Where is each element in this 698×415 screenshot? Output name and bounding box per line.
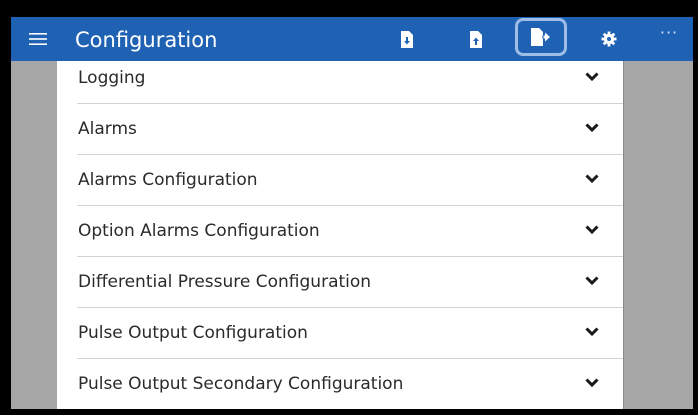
- chevron-down-icon[interactable]: [585, 71, 599, 83]
- page-title: Configuration: [75, 28, 218, 52]
- file-export-icon: [531, 28, 550, 46]
- section-label: Pulse Output Secondary Configuration: [78, 374, 404, 394]
- section-logging[interactable]: Logging: [77, 61, 623, 104]
- section-alarms-configuration[interactable]: Alarms Configuration: [77, 155, 623, 206]
- hamburger-menu-button[interactable]: [11, 17, 65, 61]
- chevron-down-icon[interactable]: [585, 377, 599, 389]
- chevron-down-icon[interactable]: [585, 224, 599, 236]
- configuration-list-panel[interactable]: Logging Alarms Alarms Configuration Opti…: [57, 61, 624, 409]
- file-upload-icon: [470, 30, 482, 48]
- file-download-icon: [401, 30, 413, 48]
- top-app-bar: Configuration ···: [11, 17, 693, 61]
- section-label: Option Alarms Configuration: [78, 221, 320, 241]
- section-option-alarms-configuration[interactable]: Option Alarms Configuration: [77, 206, 623, 257]
- hamburger-menu-icon: [29, 33, 47, 45]
- settings-button[interactable]: [587, 17, 631, 61]
- gear-icon: [601, 31, 617, 47]
- app-window: Configuration ··· Logging Alarms Alarms …: [11, 17, 693, 409]
- section-alarms[interactable]: Alarms: [77, 104, 623, 155]
- section-label: Pulse Output Configuration: [78, 323, 308, 343]
- more-options-button[interactable]: ···: [647, 17, 691, 61]
- section-label: Alarms Configuration: [78, 170, 258, 190]
- download-file-button[interactable]: [385, 17, 429, 61]
- section-label: Alarms: [78, 119, 137, 139]
- section-list: Logging Alarms Alarms Configuration Opti…: [77, 61, 623, 409]
- chevron-down-icon[interactable]: [585, 173, 599, 185]
- section-pulse-output-configuration[interactable]: Pulse Output Configuration: [77, 308, 623, 359]
- export-file-button[interactable]: [515, 18, 567, 56]
- section-differential-pressure-configuration[interactable]: Differential Pressure Configuration: [77, 257, 623, 308]
- upload-file-button[interactable]: [454, 17, 498, 61]
- section-label: Differential Pressure Configuration: [78, 272, 372, 292]
- section-pulse-output-secondary-configuration[interactable]: Pulse Output Secondary Configuration: [77, 359, 623, 409]
- chevron-down-icon[interactable]: [585, 326, 599, 338]
- chevron-down-icon[interactable]: [585, 275, 599, 287]
- section-label: Logging: [78, 68, 146, 88]
- chevron-down-icon[interactable]: [585, 122, 599, 134]
- more-options-icon: ···: [659, 23, 679, 42]
